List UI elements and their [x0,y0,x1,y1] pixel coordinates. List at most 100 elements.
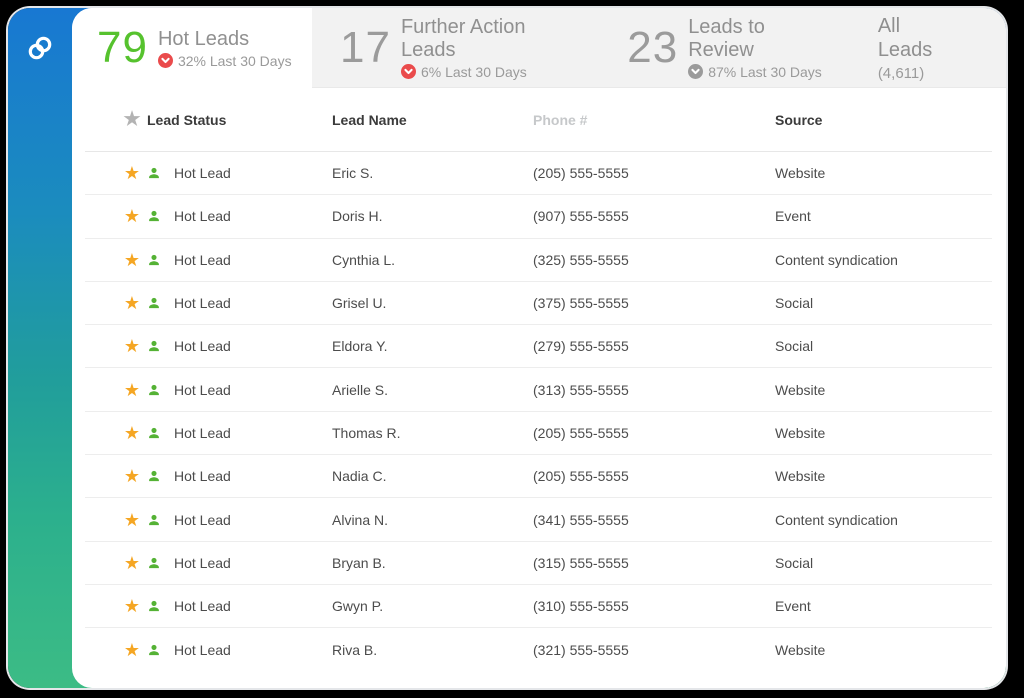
star-icon: ★ [123,110,140,129]
person-icon [147,426,161,440]
table-header-row: ★ Lead Status Lead Name Phone # Source [85,88,992,152]
lead-name-column-header[interactable]: Lead Name [332,112,533,128]
lead-status: Hot Lead [174,382,231,398]
person-icon [147,643,161,657]
lead-status: Hot Lead [174,642,231,658]
further-action-count: 17 [340,26,391,70]
lead-status-column-header[interactable]: Lead Status [147,112,332,128]
lead-status: Hot Lead [174,512,231,528]
table-row[interactable]: ★ Hot Lead Eldora Y. (279) 555-5555 Soci… [85,325,992,368]
person-icon [147,383,161,397]
lead-source: Event [775,208,984,224]
lead-name: Bryan B. [332,555,533,571]
lead-name: Riva B. [332,642,533,658]
lead-name: Gwyn P. [332,598,533,614]
lead-phone: (205) 555-5555 [533,425,775,441]
lead-source: Content syndication [775,252,984,268]
lead-source: Website [775,165,984,181]
favorite-star-icon[interactable]: ★ [124,641,140,659]
lead-phone: (325) 555-5555 [533,252,775,268]
lead-source: Website [775,382,984,398]
favorite-column-header[interactable]: ★ [117,110,147,129]
lead-phone: (205) 555-5555 [533,468,775,484]
favorite-star-icon[interactable]: ★ [124,207,140,225]
table-row[interactable]: ★ Hot Lead Gwyn P. (310) 555-5555 Event [85,585,992,628]
all-leads-label: All Leads [878,14,960,62]
hot-leads-count: 79 [97,26,148,70]
lead-status: Hot Lead [174,598,231,614]
further-action-change: 6% Last 30 Days [421,64,527,80]
lead-name: Doris H. [332,208,533,224]
person-icon [147,339,161,353]
table-row[interactable]: ★ Hot Lead Grisel U. (375) 555-5555 Soci… [85,282,992,325]
leads-to-review-count: 23 [627,26,678,70]
lead-phone: (313) 555-5555 [533,382,775,398]
lead-status: Hot Lead [174,468,231,484]
lead-status: Hot Lead [174,425,231,441]
table-row[interactable]: ★ Hot Lead Thomas R. (205) 555-5555 Webs… [85,412,992,455]
lead-name: Grisel U. [332,295,533,311]
lead-name: Cynthia L. [332,252,533,268]
stats-header: 79 Hot Leads 32% Last 30 Days 17 [72,8,1006,88]
person-icon [147,209,161,223]
person-icon [147,556,161,570]
source-column-header[interactable]: Source [775,112,984,128]
leads-table: ★ Lead Status Lead Name Phone # Source ★… [72,88,1006,672]
header-tabs-strip: 17 Further Action Leads 6% Last 30 Days … [312,8,1006,88]
favorite-star-icon[interactable]: ★ [124,511,140,529]
favorite-star-icon[interactable]: ★ [124,554,140,572]
lead-phone: (341) 555-5555 [533,512,775,528]
main-content: 79 Hot Leads 32% Last 30 Days 17 [72,8,1006,688]
favorite-star-icon[interactable]: ★ [124,597,140,615]
chevron-down-circle-icon [158,53,173,68]
favorite-star-icon[interactable]: ★ [124,467,140,485]
tab-all-leads[interactable]: All Leads (4,611) [878,14,960,82]
lead-name: Eldora Y. [332,338,533,354]
phone-column-header[interactable]: Phone # [533,112,775,128]
person-icon [147,166,161,180]
favorite-star-icon[interactable]: ★ [124,337,140,355]
table-row[interactable]: ★ Hot Lead Arielle S. (313) 555-5555 Web… [85,368,992,411]
lead-phone: (205) 555-5555 [533,165,775,181]
tab-leads-to-review[interactable]: 23 Leads to Review 87% Last 30 Days [627,16,836,80]
lead-source: Website [775,642,984,658]
interlocked-rings-logo-icon[interactable] [25,33,55,63]
favorite-star-icon[interactable]: ★ [124,294,140,312]
lead-source: Website [775,425,984,441]
lead-name: Arielle S. [332,382,533,398]
leads-to-review-label: Leads to Review [688,16,836,62]
app-window: 79 Hot Leads 32% Last 30 Days 17 [8,8,1006,688]
lead-source: Website [775,468,984,484]
lead-phone: (907) 555-5555 [533,208,775,224]
favorite-star-icon[interactable]: ★ [124,164,140,182]
person-icon [147,296,161,310]
lead-source: Social [775,338,984,354]
lead-name: Eric S. [332,165,533,181]
hot-leads-label: Hot Leads [158,28,292,51]
lead-name: Nadia C. [332,468,533,484]
table-row[interactable]: ★ Hot Lead Nadia C. (205) 555-5555 Websi… [85,455,992,498]
table-row[interactable]: ★ Hot Lead Doris H. (907) 555-5555 Event [85,195,992,238]
lead-status: Hot Lead [174,208,231,224]
chevron-down-circle-icon [688,64,703,79]
lead-source: Content syndication [775,512,984,528]
table-row[interactable]: ★ Hot Lead Riva B. (321) 555-5555 Websit… [85,628,992,671]
lead-source: Social [775,295,984,311]
table-row[interactable]: ★ Hot Lead Eric S. (205) 555-5555 Websit… [85,152,992,195]
favorite-star-icon[interactable]: ★ [124,381,140,399]
lead-phone: (279) 555-5555 [533,338,775,354]
favorite-star-icon[interactable]: ★ [124,251,140,269]
lead-phone: (321) 555-5555 [533,642,775,658]
lead-status: Hot Lead [174,338,231,354]
lead-status: Hot Lead [174,555,231,571]
person-icon [147,469,161,483]
person-icon [147,253,161,267]
sidebar [8,8,72,688]
tab-hot-leads[interactable]: 79 Hot Leads 32% Last 30 Days [72,8,312,88]
table-row[interactable]: ★ Hot Lead Alvina N. (341) 555-5555 Cont… [85,498,992,541]
table-row[interactable]: ★ Hot Lead Bryan B. (315) 555-5555 Socia… [85,542,992,585]
tab-further-action-leads[interactable]: 17 Further Action Leads 6% Last 30 Days [340,16,585,80]
favorite-star-icon[interactable]: ★ [124,424,140,442]
table-row[interactable]: ★ Hot Lead Cynthia L. (325) 555-5555 Con… [85,239,992,282]
person-icon [147,513,161,527]
